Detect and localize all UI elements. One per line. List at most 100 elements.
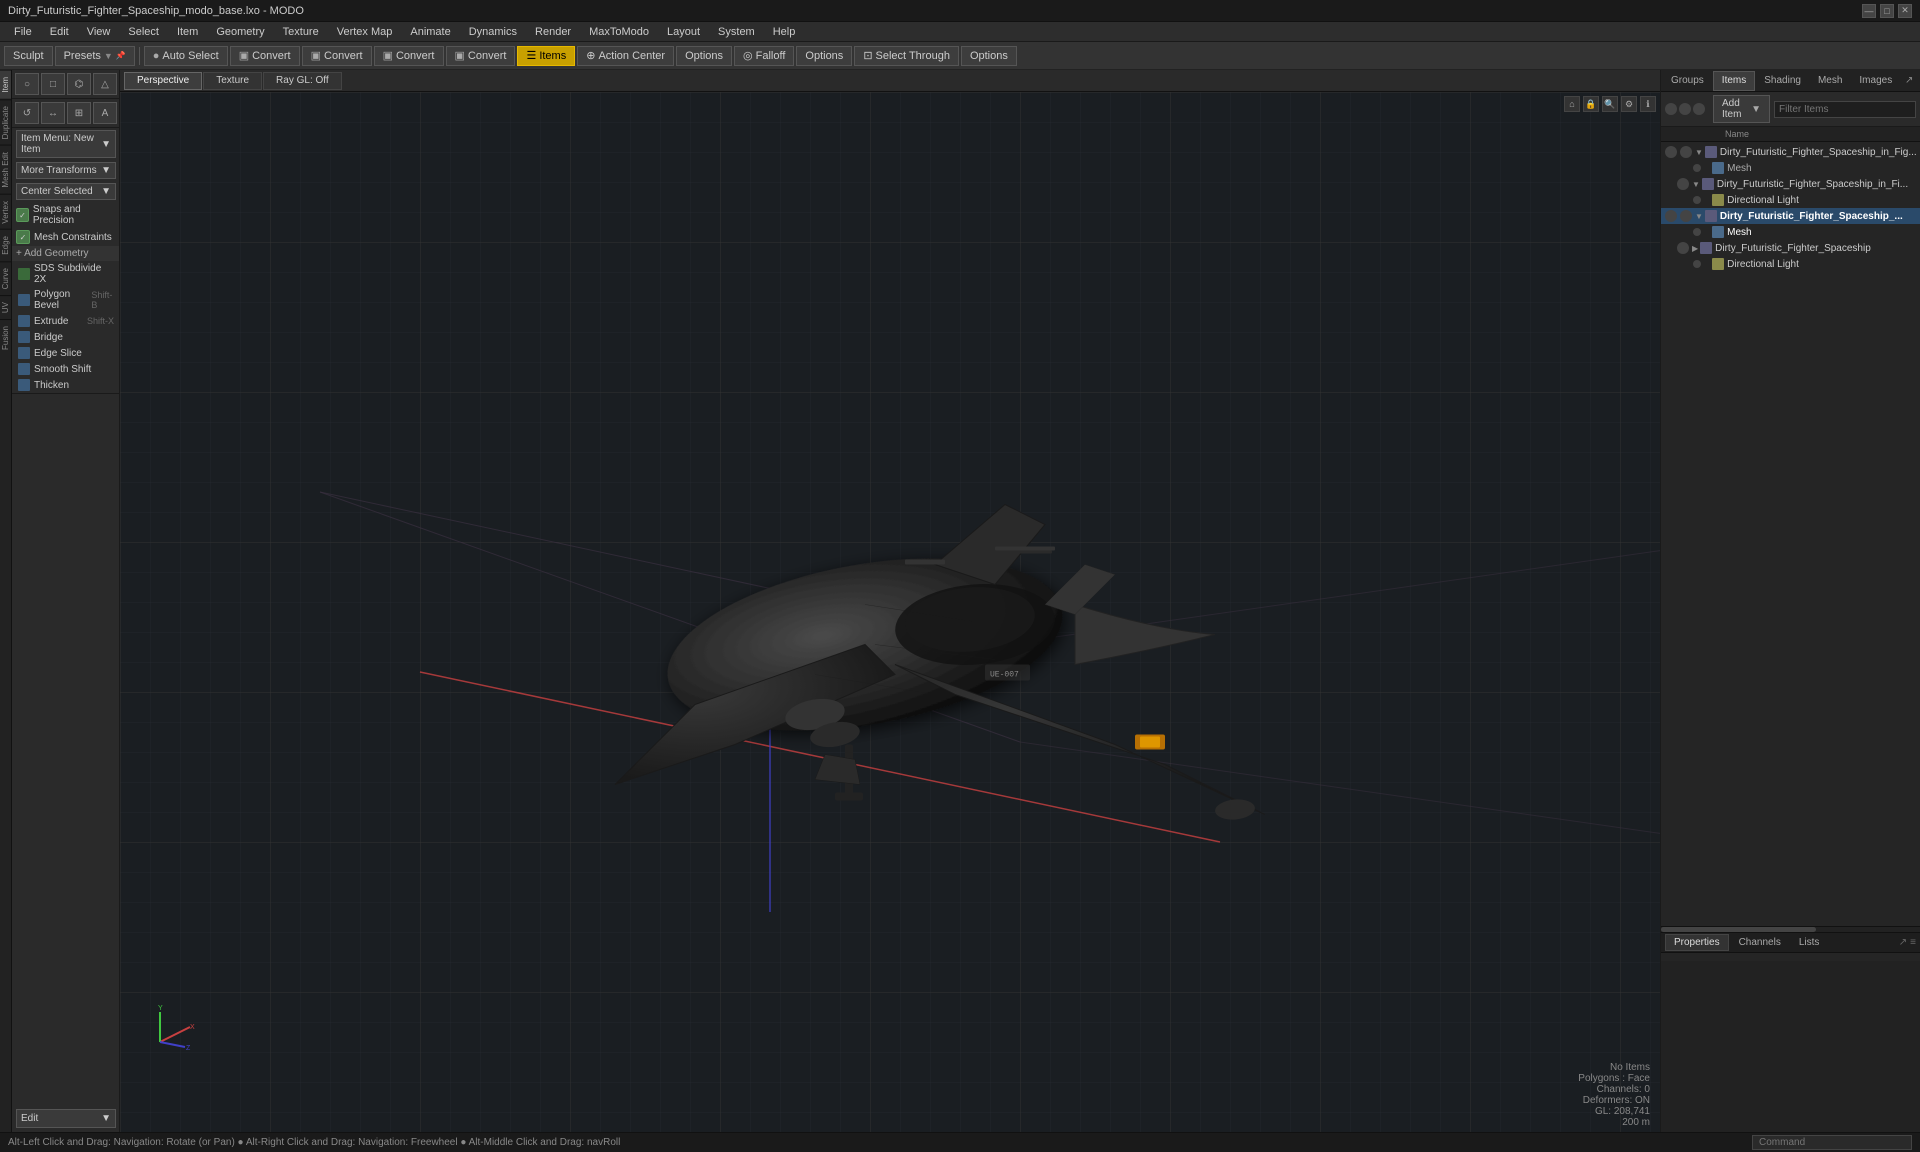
props-tab-lists[interactable]: Lists xyxy=(1791,935,1828,950)
left-tab-duplicate[interactable]: Duplicate xyxy=(0,99,11,145)
props-tab-channels[interactable]: Channels xyxy=(1731,935,1789,950)
vp-icon-search[interactable]: 🔍 xyxy=(1602,96,1618,112)
menu-file[interactable]: File xyxy=(6,24,40,40)
add-geometry-header[interactable]: + Add Geometry xyxy=(12,246,119,261)
mesh-constraints-tool[interactable]: ✓ Mesh Constraints xyxy=(12,228,119,246)
options-btn-3[interactable]: Options xyxy=(961,46,1017,66)
select-through-button[interactable]: ⊡ Select Through xyxy=(854,46,959,66)
left-tab-edge[interactable]: Edge xyxy=(0,229,11,261)
vp-tab-texture[interactable]: Texture xyxy=(203,72,262,90)
convert-btn-3[interactable]: ▣ Convert xyxy=(374,46,444,66)
convert-btn-2[interactable]: ▣ Convert xyxy=(302,46,372,66)
eye-icon-1[interactable] xyxy=(1665,146,1677,158)
menu-dynamics[interactable]: Dynamics xyxy=(461,24,525,40)
tree-item-light-1[interactable]: ▶ Directional Light xyxy=(1661,192,1920,208)
right-tab-items[interactable]: Items xyxy=(1713,71,1755,91)
tool-scale[interactable]: ⊞ xyxy=(67,102,91,124)
vp-icon-lock[interactable]: 🔒 xyxy=(1583,96,1599,112)
thicken-btn[interactable]: Thicken xyxy=(12,377,119,393)
visibility-icon-3[interactable] xyxy=(1693,103,1705,115)
eye-icon-5[interactable] xyxy=(1665,210,1677,222)
left-tab-fusion[interactable]: Fusion xyxy=(0,319,11,356)
polygon-bevel-btn[interactable]: Polygon Bevel Shift-B xyxy=(12,287,119,313)
visibility-icon-1[interactable] xyxy=(1665,103,1677,115)
command-input[interactable] xyxy=(1752,1135,1912,1150)
eye-icon-m2[interactable] xyxy=(1693,228,1701,236)
center-selected-dropdown[interactable]: Center Selected ▼ xyxy=(16,183,116,200)
items-tree[interactable]: ▼ Dirty_Futuristic_Fighter_Spaceship_in_… xyxy=(1661,142,1920,926)
menu-texture[interactable]: Texture xyxy=(275,24,327,40)
action-center-button[interactable]: ⊕ Action Center xyxy=(577,46,674,66)
props-tab-properties[interactable]: Properties xyxy=(1665,934,1729,951)
vp-tab-perspective[interactable]: Perspective xyxy=(124,72,202,90)
menu-help[interactable]: Help xyxy=(765,24,804,40)
eye-icon-7[interactable] xyxy=(1677,242,1689,254)
menu-view[interactable]: View xyxy=(79,24,119,40)
viewport-canvas[interactable]: UE-007 ⌂ 🔒 🔍 ⚙ ℹ X Y Z xyxy=(120,92,1660,1132)
tree-item-5[interactable]: ▼ Dirty_Futuristic_Fighter_Spaceship_... xyxy=(1661,208,1920,224)
vp-icon-settings[interactable]: ⚙ xyxy=(1621,96,1637,112)
menu-system[interactable]: System xyxy=(710,24,763,40)
vp-tab-ray-gl[interactable]: Ray GL: Off xyxy=(263,72,342,90)
close-button[interactable]: ✕ xyxy=(1898,4,1912,18)
right-tab-shading[interactable]: Shading xyxy=(1756,71,1809,91)
presets-button[interactable]: Presets ▼ 📌 xyxy=(55,46,135,66)
items-button[interactable]: ☰ Items xyxy=(517,46,575,66)
options-btn-1[interactable]: Options xyxy=(676,46,732,66)
tree-item-7[interactable]: ▶ Dirty_Futuristic_Fighter_Spaceship xyxy=(1661,240,1920,256)
render-icon-1[interactable] xyxy=(1680,146,1692,158)
sds-subdivide-btn[interactable]: SDS Subdivide 2X xyxy=(12,261,119,287)
eye-icon-l2[interactable] xyxy=(1693,260,1701,268)
tree-item-mesh-1[interactable]: ▶ Mesh xyxy=(1661,160,1920,176)
left-tab-curve[interactable]: Curve xyxy=(0,261,11,295)
more-transforms-dropdown[interactable]: More Transforms ▼ xyxy=(16,162,116,179)
vp-icon-home[interactable]: ⌂ xyxy=(1564,96,1580,112)
right-tab-mesh[interactable]: Mesh xyxy=(1810,71,1850,91)
snaps-precision-tool[interactable]: ✓ Snaps and Precision xyxy=(12,202,119,228)
left-tab-mesh-edit[interactable]: Mesh Edit xyxy=(0,145,11,194)
convert-btn-1[interactable]: ▣ Convert xyxy=(230,46,300,66)
menu-vertex-map[interactable]: Vertex Map xyxy=(329,24,401,40)
tree-item-mesh-2[interactable]: ▶ Mesh xyxy=(1661,224,1920,240)
tool-rotate[interactable]: ↺ xyxy=(15,102,39,124)
item-menu-dropdown[interactable]: Item Menu: New Item ▼ xyxy=(16,130,116,158)
tool-tri[interactable]: △ xyxy=(93,73,117,95)
convert-btn-4[interactable]: ▣ Convert xyxy=(446,46,516,66)
tool-move[interactable]: ↔ xyxy=(41,102,65,124)
edge-slice-btn[interactable]: Edge Slice xyxy=(12,345,119,361)
props-icon-expand[interactable]: ↗ xyxy=(1899,937,1907,948)
menu-animate[interactable]: Animate xyxy=(402,24,458,40)
tool-sphere[interactable]: ○ xyxy=(15,73,39,95)
filter-items-input[interactable] xyxy=(1774,101,1916,118)
left-tab-item[interactable]: Item xyxy=(0,70,11,99)
tool-box[interactable]: □ xyxy=(41,73,65,95)
minimize-button[interactable]: — xyxy=(1862,4,1876,18)
eye-icon-m1[interactable] xyxy=(1693,164,1701,172)
tool-cone[interactable]: ⌬ xyxy=(67,73,91,95)
menu-item[interactable]: Item xyxy=(169,24,206,40)
visibility-icon-2[interactable] xyxy=(1679,103,1691,115)
eye-icon-3[interactable] xyxy=(1677,178,1689,190)
tool-text[interactable]: A xyxy=(93,102,117,124)
right-tab-groups[interactable]: Groups xyxy=(1663,71,1712,91)
menu-maxtomodo[interactable]: MaxToModo xyxy=(581,24,657,40)
menu-geometry[interactable]: Geometry xyxy=(208,24,272,40)
left-tab-vertex[interactable]: Vertex xyxy=(0,194,11,230)
bridge-btn[interactable]: Bridge xyxy=(12,329,119,345)
add-item-button[interactable]: Add Item ▼ xyxy=(1713,95,1770,123)
render-icon-5[interactable] xyxy=(1680,210,1692,222)
sculpt-button[interactable]: Sculpt xyxy=(4,46,53,66)
maximize-button[interactable]: □ xyxy=(1880,4,1894,18)
smooth-shift-btn[interactable]: Smooth Shift xyxy=(12,361,119,377)
mode-dropdown[interactable]: Edit ▼ xyxy=(16,1109,116,1128)
right-tab-images[interactable]: Images xyxy=(1851,71,1900,91)
auto-select-button[interactable]: ● Auto Select xyxy=(144,46,228,66)
menu-select[interactable]: Select xyxy=(120,24,167,40)
rt-icon-expand[interactable]: ↗ xyxy=(1901,73,1917,89)
props-icon-more[interactable]: ≡ xyxy=(1910,937,1916,948)
extrude-btn[interactable]: Extrude Shift-X xyxy=(12,313,119,329)
falloff-button[interactable]: ◎ Falloff xyxy=(734,46,794,66)
menu-render[interactable]: Render xyxy=(527,24,579,40)
vp-icon-info[interactable]: ℹ xyxy=(1640,96,1656,112)
eye-icon-l1[interactable] xyxy=(1693,196,1701,204)
